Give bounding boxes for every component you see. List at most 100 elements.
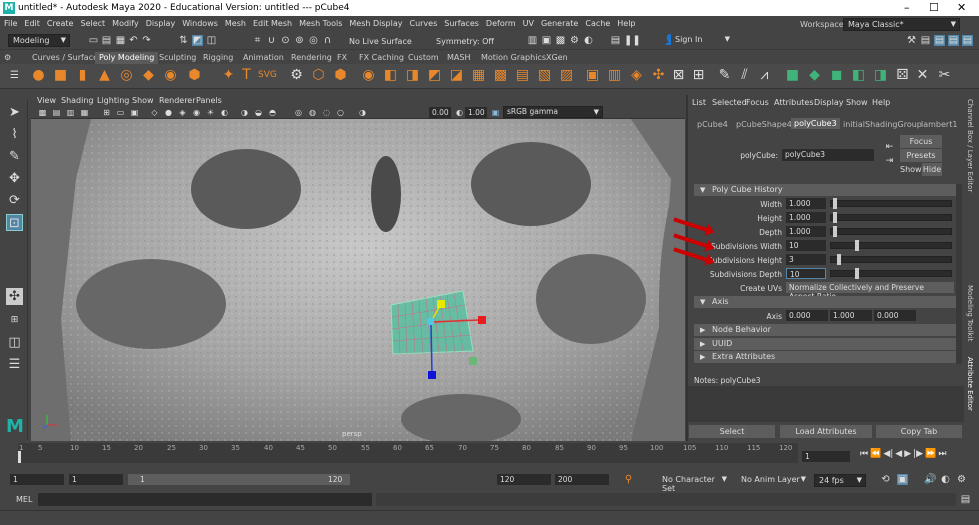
ambient-occlusion-icon[interactable]: ◑ <box>239 107 250 118</box>
workspace-dropdown[interactable]: Maya Classic* ▼ <box>843 18 960 31</box>
outliner-layout-icon[interactable]: ☰ <box>6 356 23 373</box>
select-button[interactable]: Select <box>689 425 775 438</box>
side-tab-attribute-editor[interactable]: Attribute Editor <box>966 357 974 411</box>
undo-icon[interactable]: ↶ <box>128 35 139 46</box>
vp-menu-renderer[interactable]: Renderer <box>159 96 196 105</box>
menu-help[interactable]: Help <box>617 19 635 28</box>
shelf-tab-rigging[interactable]: Rigging <box>203 53 233 62</box>
go-to-start-icon[interactable]: ⏮ <box>860 449 868 459</box>
poly-cone-icon[interactable]: ▲ <box>96 67 113 84</box>
section-uuid[interactable]: ▶ UUID <box>694 338 956 350</box>
poly-sphere-icon[interactable]: ● <box>30 67 47 84</box>
animation-end-field[interactable]: 200 <box>555 474 609 485</box>
play-backward-icon[interactable]: ◀ <box>895 449 902 459</box>
current-frame-field[interactable]: 1 <box>802 451 850 462</box>
automatic-mapping-icon[interactable]: ◧ <box>850 67 867 84</box>
svg-icon[interactable]: SVG <box>258 67 277 84</box>
super-shape-icon[interactable]: ✦ <box>220 67 237 84</box>
combine-icon[interactable]: ⚙ <box>288 67 305 84</box>
film-gate-icon[interactable]: ▭ <box>115 107 126 118</box>
section-poly-cube-history[interactable]: ▼ Poly Cube History <box>694 184 956 196</box>
resolution-gate-icon[interactable]: ▣ <box>129 107 140 118</box>
node-name-field[interactable]: polyCube3 <box>782 149 874 161</box>
menu-edit-mesh[interactable]: Edit Mesh <box>253 19 292 28</box>
select-uv-icon[interactable]: ⊠ <box>670 67 687 84</box>
poly-torus-icon[interactable]: ◎ <box>118 67 135 84</box>
current-time-marker[interactable] <box>18 451 21 463</box>
load-attributes-button[interactable]: Load Attributes <box>780 425 872 438</box>
menu-file[interactable]: File <box>4 19 17 28</box>
playback-start-field[interactable]: 1 <box>69 474 123 485</box>
script-editor-icon[interactable]: ▤ <box>960 494 971 505</box>
menu-edit[interactable]: Edit <box>24 19 40 28</box>
ae-tab-initialshadinggroup[interactable]: initialShadingGroup <box>843 120 922 129</box>
render-settings-icon[interactable]: ⚙ <box>569 35 580 46</box>
shelf-options-icon[interactable]: ☰ <box>6 67 23 84</box>
menu-deform[interactable]: Deform <box>486 19 516 28</box>
copy-tab-button[interactable]: Copy Tab <box>876 425 962 438</box>
exposure-icon[interactable]: ◑ <box>357 107 368 118</box>
ae-tab-lambert1[interactable]: lambert1 <box>921 120 957 129</box>
fill-hole-icon[interactable]: ▦ <box>470 67 487 84</box>
ae-tab-pcube4[interactable]: pCube4 <box>697 120 728 129</box>
attr-subdivisions-height-slider[interactable] <box>830 254 952 265</box>
two-view-layout-icon[interactable]: ◫ <box>6 334 23 351</box>
time-slider[interactable]: 1 5 10 15 20 25 30 35 40 45 50 55 60 65 … <box>18 443 798 463</box>
gamma-icon[interactable]: ◐ <box>454 107 465 118</box>
notes-textarea[interactable] <box>688 386 964 422</box>
workspace-layout-icon[interactable]: ⚒ <box>906 35 917 46</box>
snap-grid-icon[interactable]: ⌗ <box>252 35 263 46</box>
ae-menu-help[interactable]: Help <box>872 98 890 107</box>
modeling-toolkit-toggle-icon[interactable]: ▤ <box>920 35 931 46</box>
menu-windows[interactable]: Windows <box>182 19 218 28</box>
paint-select-icon[interactable]: ✎ <box>6 148 23 165</box>
hypershade-icon[interactable]: ◐ <box>583 35 594 46</box>
animation-preferences-icon[interactable]: ▣ <box>897 474 908 485</box>
section-axis[interactable]: ▼ Axis <box>694 296 956 308</box>
poly-disc-icon[interactable]: ◉ <box>162 67 179 84</box>
perspective-viewport[interactable]: persp <box>31 119 685 441</box>
pencil-icon[interactable]: ✎ <box>716 67 733 84</box>
attr-subdivisions-height-field[interactable]: 3 <box>786 254 826 265</box>
animation-start-field[interactable]: 1 <box>10 474 64 485</box>
axis-y-field[interactable]: 1.000 <box>830 310 872 321</box>
select-component-icon[interactable]: ◫ <box>206 35 217 46</box>
menuset-dropdown[interactable]: Modeling ▼ <box>8 34 70 47</box>
ae-menu-show[interactable]: Show <box>846 98 868 107</box>
ae-menu-focus[interactable]: Focus <box>746 98 769 107</box>
menu-select[interactable]: Select <box>80 19 105 28</box>
hide-button[interactable]: Hide <box>922 163 942 176</box>
merge-icon[interactable]: ▣ <box>584 67 601 84</box>
target-weld-icon[interactable]: ▧ <box>536 67 553 84</box>
wireframe-icon[interactable]: ◇ <box>149 107 160 118</box>
menu-mesh-tools[interactable]: Mesh Tools <box>299 19 342 28</box>
platonic-solid-icon[interactable]: ⬢ <box>186 67 203 84</box>
grid-icon[interactable]: ⊞ <box>101 107 112 118</box>
section-node-behavior[interactable]: ▶ Node Behavior <box>694 324 956 336</box>
new-scene-icon[interactable]: ▭ <box>88 35 99 46</box>
shelf-tab-sculpting[interactable]: Sculpting <box>159 53 196 62</box>
fps-dropdown[interactable]: 24 fps ▼ <box>814 474 866 487</box>
shelf-tab-poly-modeling[interactable]: Poly Modeling <box>95 52 159 64</box>
xray-joints-icon[interactable]: ◌ <box>321 107 332 118</box>
snap-curve-icon[interactable]: ∪ <box>266 35 277 46</box>
poly-cube-icon[interactable]: ■ <box>52 67 69 84</box>
section-extra-attributes[interactable]: ▶ Extra Attributes <box>694 351 956 363</box>
lasso-tool-icon[interactable]: ⌇ <box>6 126 23 143</box>
textured-icon[interactable]: ◉ <box>191 107 202 118</box>
step-forward-frame-icon[interactable]: |▶ <box>913 449 923 459</box>
step-back-key-icon[interactable]: ⏪ <box>870 449 881 459</box>
attr-subdivisions-depth-slider[interactable] <box>830 268 952 279</box>
checker-icon[interactable]: ⚄ <box>894 67 911 84</box>
planar-mapping-icon[interactable]: ■ <box>784 67 801 84</box>
menu-mesh-display[interactable]: Mesh Display <box>349 19 402 28</box>
offset-edge-loop-icon[interactable]: ◈ <box>628 67 645 84</box>
live-surface-label[interactable]: No Live Surface <box>349 37 412 46</box>
focus-button[interactable]: Focus <box>900 135 942 148</box>
menu-generate[interactable]: Generate <box>541 19 578 28</box>
shelf-tab-custom[interactable]: Custom <box>408 53 439 62</box>
vp-menu-shading[interactable]: Shading <box>61 96 94 105</box>
vp-menu-panels[interactable]: Panels <box>196 96 222 105</box>
four-view-layout-icon[interactable]: ⊞ <box>6 312 23 329</box>
exposure-field[interactable]: 0.00 <box>429 107 451 118</box>
